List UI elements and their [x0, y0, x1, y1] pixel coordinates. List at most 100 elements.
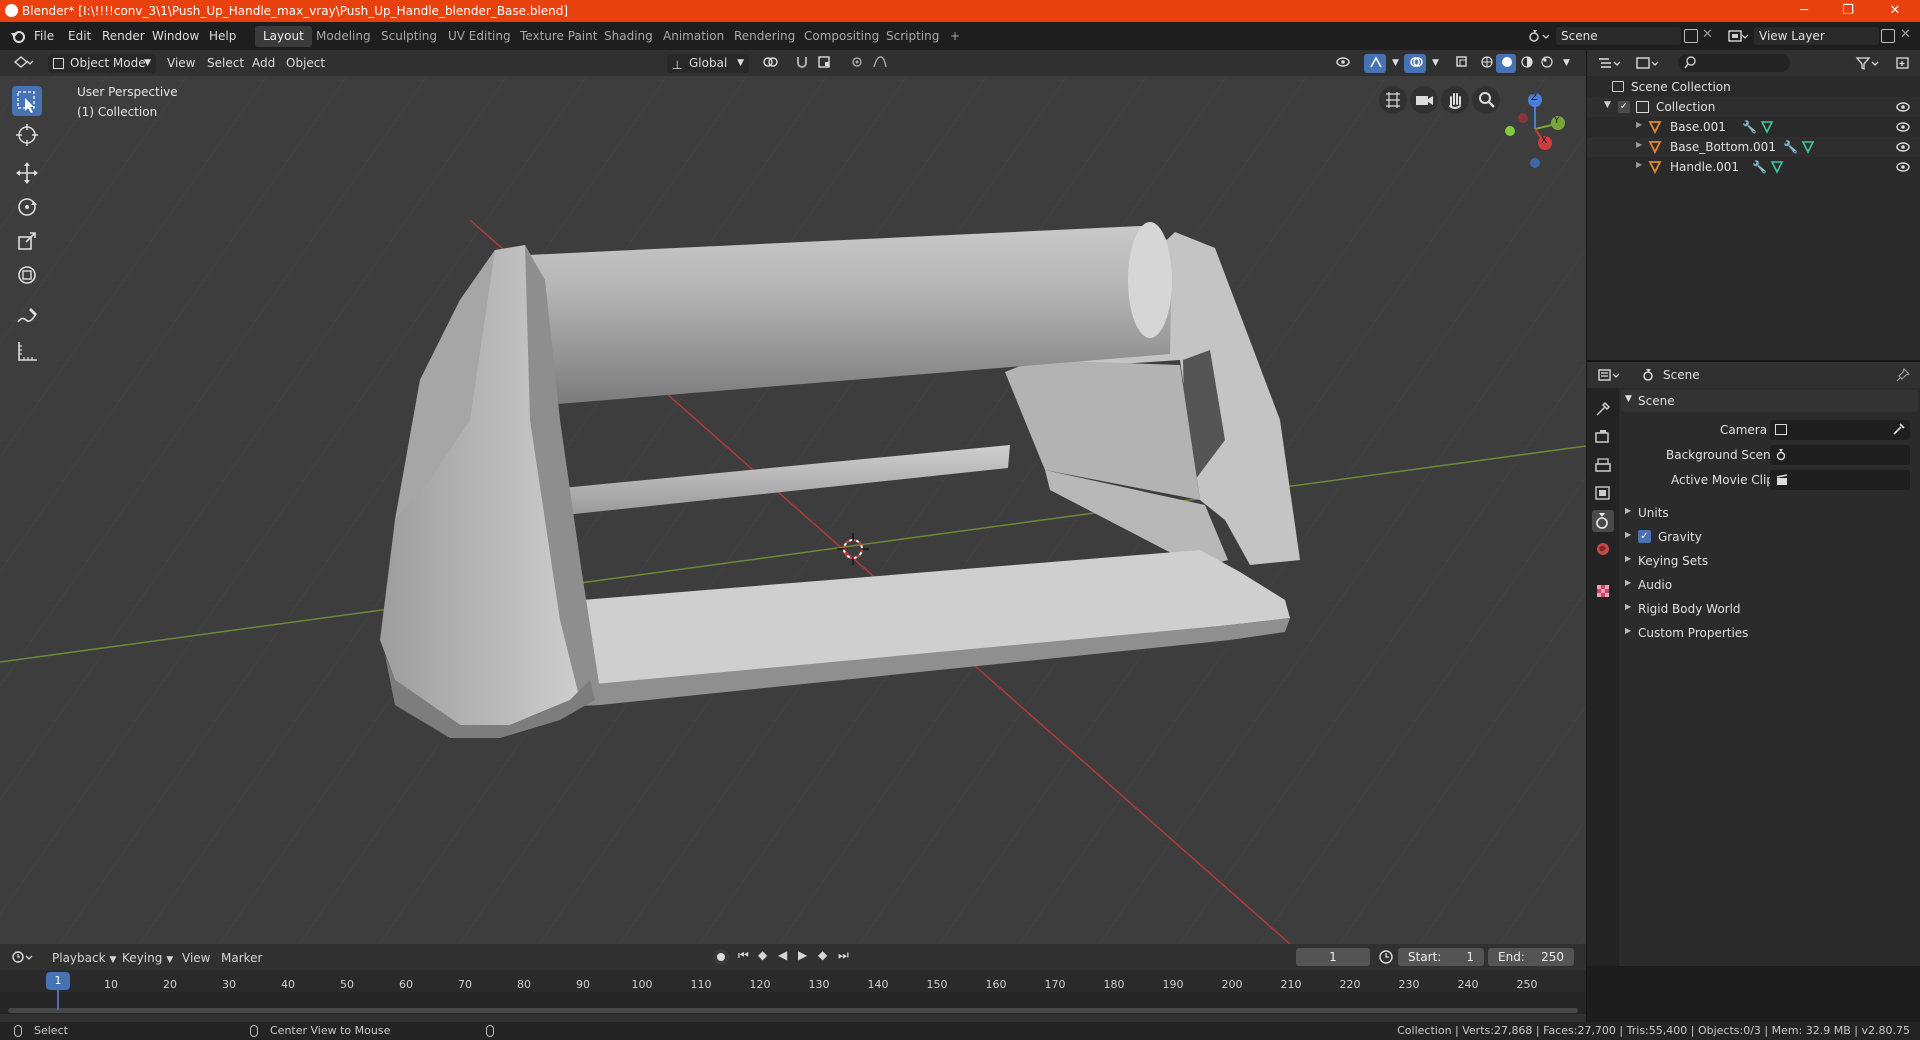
mode-dropdown[interactable]: Object Mode ▼ — [48, 54, 156, 73]
new-view-layer-icon[interactable] — [1881, 29, 1895, 43]
tab-shading[interactable]: Shading — [596, 26, 661, 47]
outliner-editor-type-icon[interactable] — [1597, 55, 1623, 71]
view-layer-field[interactable]: View Layer — [1754, 27, 1879, 45]
background-scene-field[interactable] — [1770, 445, 1910, 465]
toggle-camera-ortho-button[interactable] — [1379, 86, 1407, 114]
menu-edit[interactable]: Edit — [68, 29, 91, 43]
expand-arrow-icon[interactable]: ▶ — [1636, 160, 1642, 169]
remove-view-layer-icon[interactable]: ✕ — [1900, 27, 1911, 42]
use-preview-range-icon[interactable] — [1378, 949, 1394, 965]
scene-panel-header[interactable]: ▼ Scene — [1621, 390, 1918, 412]
pivot-point-icon[interactable] — [756, 54, 784, 73]
modifier-wrench-icon[interactable]: 🔧 — [1783, 140, 1798, 154]
mesh-data-icon[interactable] — [1801, 140, 1815, 154]
transform-orientation-dropdown[interactable]: ⊥ Global ▼ — [667, 54, 749, 73]
subpanel-custom-properties[interactable]: ▶ Custom Properties — [1621, 623, 1918, 643]
rotate-tool[interactable] — [12, 192, 42, 222]
tab-compositing[interactable]: Compositing — [796, 26, 887, 47]
gravity-checkbox[interactable]: ✓ — [1638, 530, 1651, 543]
texture-tab[interactable] — [1592, 580, 1614, 602]
object-visibility-icon[interactable] — [1330, 54, 1358, 73]
jump-to-keyframe-back-button[interactable]: ◆ — [758, 948, 767, 962]
mesh-data-icon[interactable] — [1760, 120, 1774, 134]
timeline-editor-type-icon[interactable] — [10, 949, 36, 965]
subpanel-rigid-body-world[interactable]: ▶ Rigid Body World — [1621, 599, 1918, 619]
playhead-frame-marker[interactable]: 1 — [46, 972, 70, 990]
tab-modeling[interactable]: Modeling — [308, 26, 379, 47]
expand-arrow-icon[interactable]: ▶ — [1636, 120, 1642, 129]
expand-arrow-icon[interactable]: ▶ — [1636, 140, 1642, 149]
add-workspace-button[interactable]: + — [942, 26, 968, 47]
tab-texture-paint[interactable]: Texture Paint — [512, 26, 605, 47]
menu-add[interactable]: Add — [247, 54, 280, 73]
menu-object[interactable]: Object — [281, 54, 330, 73]
new-scene-icon[interactable] — [1684, 29, 1698, 43]
remove-scene-icon[interactable]: ✕ — [1702, 27, 1713, 42]
menu-help[interactable]: Help — [209, 29, 236, 43]
filter-icon[interactable] — [1855, 55, 1881, 71]
scene-tab[interactable] — [1592, 510, 1614, 532]
outliner-search-input[interactable] — [1678, 54, 1790, 72]
cursor-tool[interactable] — [12, 120, 42, 150]
xray-toggle-icon[interactable] — [1450, 54, 1472, 73]
blender-menu-icon[interactable] — [10, 28, 26, 44]
eye-icon[interactable] — [1895, 120, 1911, 134]
shading-solid-icon[interactable] — [1496, 54, 1516, 73]
menu-select[interactable]: Select — [202, 54, 249, 73]
playback-menu[interactable]: Playback ▼ — [52, 951, 116, 965]
tab-layout[interactable]: Layout — [255, 26, 312, 47]
output-settings-tab[interactable] — [1592, 454, 1614, 476]
eyedropper-icon[interactable] — [1892, 422, 1906, 436]
jump-to-end-button[interactable]: ⏭ — [838, 948, 849, 963]
collection-checkbox[interactable]: ✓ — [1618, 101, 1630, 113]
menu-window[interactable]: Window — [152, 29, 199, 43]
overlays-dropdown-icon[interactable]: ▼ — [1427, 54, 1444, 73]
editor-type-icon[interactable] — [8, 54, 38, 73]
snap-icon[interactable] — [790, 54, 812, 73]
active-movie-clip-field[interactable] — [1770, 470, 1910, 490]
render-settings-tab[interactable] — [1592, 426, 1614, 448]
transform-tool[interactable] — [12, 260, 42, 290]
end-frame-field[interactable]: End: 250 — [1488, 948, 1574, 966]
subpanel-audio[interactable]: ▶ Audio — [1621, 575, 1918, 595]
jump-to-keyframe-forward-button[interactable]: ◆ — [818, 948, 827, 962]
display-mode-icon[interactable] — [1635, 55, 1661, 71]
3d-viewport[interactable]: Z Y X User Perspective (1) Collection — [0, 76, 1586, 944]
menu-render[interactable]: Render — [102, 29, 145, 43]
menu-file[interactable]: File — [34, 29, 54, 43]
subpanel-gravity[interactable]: ▶ ✓ Gravity — [1621, 527, 1918, 547]
snap-target-icon[interactable] — [812, 54, 840, 73]
viewport-canvas[interactable] — [0, 76, 1586, 944]
modifier-wrench-icon[interactable]: 🔧 — [1742, 120, 1757, 134]
outliner-row-scene-collection[interactable]: Scene Collection — [1587, 77, 1920, 97]
outliner-row-object[interactable]: ▶ Base_Bottom.001 🔧 — [1587, 137, 1920, 157]
outliner-row-collection[interactable]: ▼ ✓ Collection — [1587, 97, 1920, 117]
properties-editor-type-icon[interactable] — [1597, 367, 1623, 383]
play-reverse-button[interactable]: ◀ — [778, 948, 787, 962]
gizmo-dropdown-icon[interactable]: ▼ — [1387, 54, 1404, 73]
camera-view-button[interactable] — [1410, 86, 1438, 114]
shading-dropdown-icon[interactable]: ▼ — [1558, 54, 1575, 73]
start-frame-field[interactable]: Start: 1 — [1398, 948, 1484, 966]
scene-name-field[interactable]: Scene — [1556, 27, 1681, 45]
shading-material-icon[interactable] — [1516, 54, 1536, 73]
keying-menu[interactable]: Keying ▼ — [122, 951, 173, 965]
restore-button[interactable]: ❐ — [1838, 3, 1858, 18]
current-frame-field[interactable]: 1 — [1296, 948, 1370, 966]
tab-sculpting[interactable]: Sculpting — [373, 26, 445, 47]
world-tab[interactable] — [1592, 538, 1614, 560]
outliner-row-object[interactable]: ▶ Base.001 🔧 — [1587, 117, 1920, 137]
close-button[interactable]: ✕ — [1885, 3, 1905, 18]
scene-selector-icon[interactable] — [1528, 28, 1550, 44]
navigation-gizmo[interactable]: Z Y X — [1490, 86, 1580, 176]
select-box-tool[interactable] — [12, 86, 42, 116]
shading-wireframe-icon[interactable] — [1476, 54, 1496, 73]
disclosure-triangle-icon[interactable]: ▼ — [1604, 100, 1611, 110]
measure-tool[interactable] — [12, 336, 42, 366]
record-button[interactable] — [713, 949, 729, 965]
mesh-data-icon[interactable] — [1770, 160, 1784, 174]
move-tool[interactable] — [12, 158, 42, 188]
gizmo-toggle-icon[interactable] — [1364, 54, 1386, 73]
timeline-view-menu[interactable]: View — [182, 951, 210, 965]
camera-field[interactable] — [1770, 420, 1910, 440]
